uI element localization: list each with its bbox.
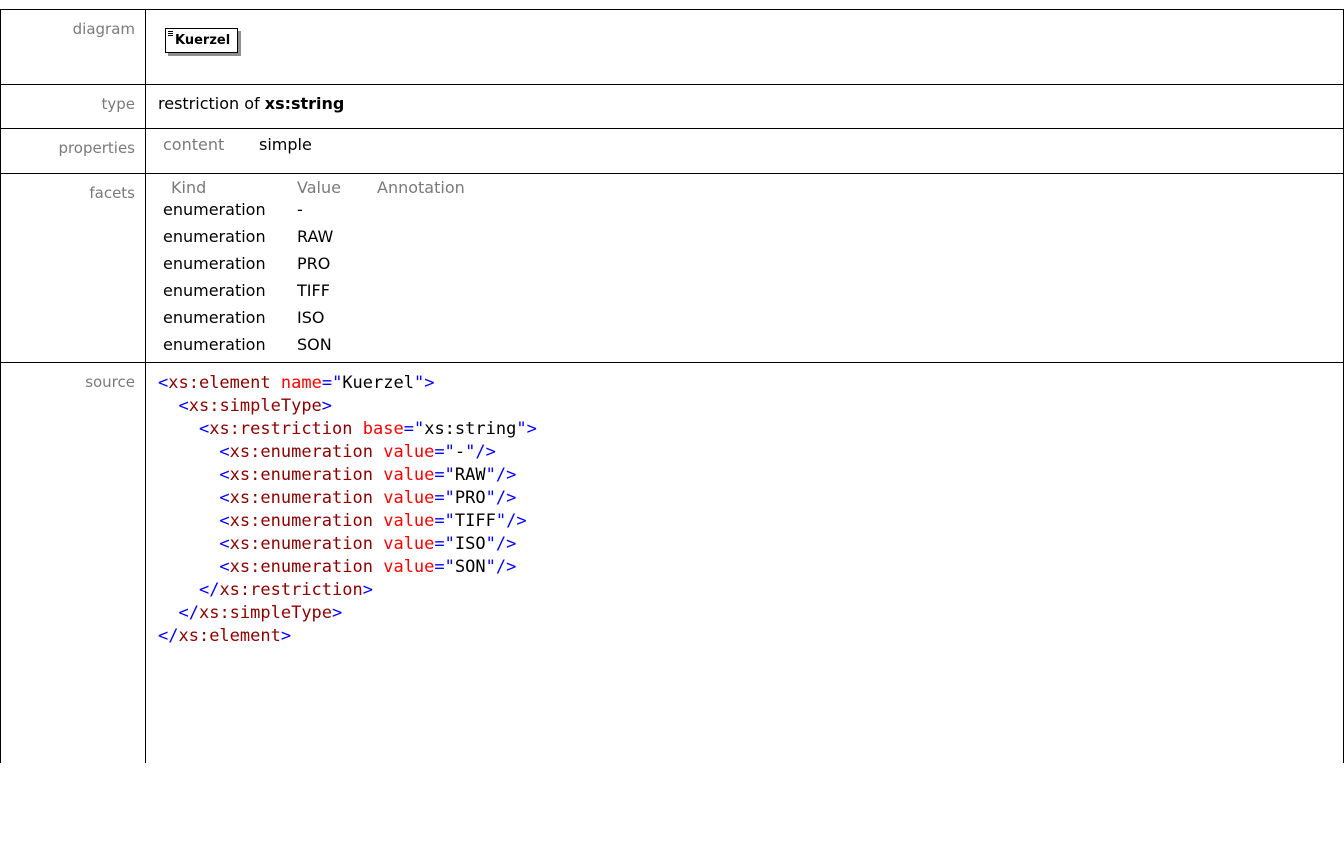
facets-cell: Kind Value Annotation enumeration - enum… xyxy=(145,173,1344,363)
source-element-tag: xs:element xyxy=(168,373,271,393)
type-cell: restriction of xs:string xyxy=(145,84,1344,129)
source-enum-attr: value xyxy=(383,465,435,485)
facet-row: enumeration ISO xyxy=(158,308,465,335)
facet-kind: enumeration xyxy=(163,281,266,300)
facet-row: enumeration TIFF xyxy=(158,281,465,308)
property-value: simple xyxy=(259,135,312,154)
facet-value: ISO xyxy=(297,308,325,327)
xsd-source-code: <xs:element name="Kuerzel"> <xs:simpleTy… xyxy=(158,373,537,646)
source-enum-value: TIFF xyxy=(454,511,496,531)
source-element-attr: name xyxy=(280,373,322,393)
facet-kind: enumeration xyxy=(163,335,266,354)
facet-row: enumeration RAW xyxy=(158,227,465,254)
properties-label: properties xyxy=(0,128,146,174)
source-enum-value: - xyxy=(454,442,466,462)
diagram-row: diagram Kuerzel xyxy=(0,9,1344,85)
source-enum-tag: xs:enumeration xyxy=(229,557,373,577)
facet-value: TIFF xyxy=(297,281,330,300)
facet-row: enumeration PRO xyxy=(158,254,465,281)
source-restriction-open: xs:restriction xyxy=(209,419,353,439)
property-name: content xyxy=(163,135,225,154)
facets-header-annotation: Annotation xyxy=(377,178,465,197)
element-doc-table: diagram Kuerzel type restriction of xs:s… xyxy=(0,9,1344,763)
source-enum-value: RAW xyxy=(454,465,486,485)
source-enum-attr: value xyxy=(383,442,435,462)
type-row: type restriction of xs:string xyxy=(0,84,1344,129)
facets-header-value: Value xyxy=(297,178,341,197)
facet-annotation xyxy=(377,200,465,227)
type-label: type xyxy=(0,84,146,129)
facets-header-row: Kind Value Annotation xyxy=(158,178,465,200)
element-lines-icon xyxy=(168,31,173,37)
source-simpletype-open: xs:simpleType xyxy=(188,396,322,416)
source-enum-tag: xs:enumeration xyxy=(229,534,373,554)
source-restriction-attr: base xyxy=(362,419,404,439)
schema-doc-page: diagram Kuerzel type restriction of xs:s… xyxy=(0,0,1344,841)
source-cell: <xs:element name="Kuerzel"> <xs:simpleTy… xyxy=(145,362,1344,763)
source-restriction-close: xs:restriction xyxy=(219,580,363,600)
diagram-element-name: Kuerzel xyxy=(175,33,231,48)
properties-row: properties content simple xyxy=(0,128,1344,174)
source-enum-value: ISO xyxy=(454,534,486,554)
source-row: source <xs:element name="Kuerzel"> <xs:s… xyxy=(0,362,1344,763)
facet-kind: enumeration xyxy=(163,200,266,219)
source-enum-attr: value xyxy=(383,557,435,577)
facet-annotation xyxy=(377,281,465,308)
source-enum-attr: value xyxy=(383,511,435,531)
type-text: restriction of xs:string xyxy=(146,85,1343,113)
facets-row: facets Kind Value Annotation enumeration… xyxy=(0,173,1344,363)
source-enum-attr: value xyxy=(383,534,435,554)
source-enum-tag: xs:enumeration xyxy=(229,465,373,485)
type-prefix: restriction of xyxy=(158,94,265,113)
facet-kind: enumeration xyxy=(163,227,266,246)
facet-row: enumeration SON xyxy=(158,335,465,362)
source-element-value: Kuerzel xyxy=(342,373,414,393)
facets-header-kind: Kind xyxy=(171,178,207,197)
facet-value: RAW xyxy=(297,227,334,246)
facet-annotation xyxy=(377,308,465,335)
source-enum-attr: value xyxy=(383,488,435,508)
facets-table: Kind Value Annotation enumeration - enum… xyxy=(158,178,465,362)
diagram-cell: Kuerzel xyxy=(145,9,1344,85)
diagram-label: diagram xyxy=(0,9,146,85)
source-enum-tag: xs:enumeration xyxy=(229,511,373,531)
facet-annotation xyxy=(377,227,465,254)
source-restriction-value: xs:string xyxy=(424,419,517,439)
source-label: source xyxy=(0,362,146,763)
element-diagram-box[interactable]: Kuerzel xyxy=(165,28,239,53)
facet-kind: enumeration xyxy=(163,308,266,327)
facet-annotation xyxy=(377,254,465,281)
source-enum-tag: xs:enumeration xyxy=(229,442,373,462)
facet-value: - xyxy=(297,200,303,219)
source-enum-value: PRO xyxy=(454,488,486,508)
facet-value: PRO xyxy=(297,254,331,273)
facet-row: enumeration - xyxy=(158,200,465,227)
facets-label: facets xyxy=(0,173,146,363)
properties-grid: content simple xyxy=(146,129,1343,154)
source-simpletype-close: xs:simpleType xyxy=(198,603,333,623)
source-enum-tag: xs:enumeration xyxy=(229,488,373,508)
source-enum-value: SON xyxy=(454,557,486,577)
facet-value: SON xyxy=(297,335,332,354)
type-base-link[interactable]: xs:string xyxy=(265,94,345,113)
source-element-close: xs:element xyxy=(178,626,281,646)
facet-kind: enumeration xyxy=(163,254,266,273)
properties-cell: content simple xyxy=(145,128,1344,174)
facet-annotation xyxy=(377,335,465,362)
